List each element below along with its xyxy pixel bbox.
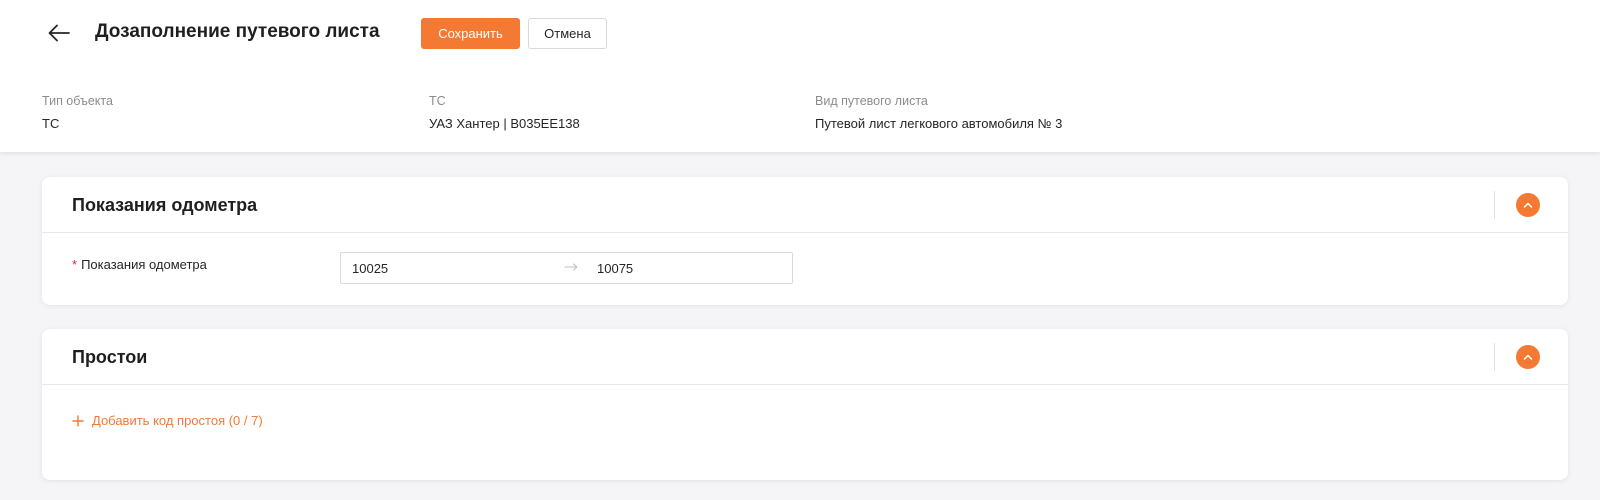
- info-label: ТС: [429, 94, 446, 108]
- header-panel: Дозаполнение путевого листа Сохранить От…: [0, 0, 1600, 152]
- chevron-up-icon: [1523, 354, 1533, 360]
- arrow-left-icon: [48, 24, 70, 42]
- info-label: Вид путевого листа: [815, 94, 928, 108]
- odometer-start-value[interactable]: 10025: [352, 261, 388, 276]
- info-waybill-type: Вид путевого листа Путевой лист легковог…: [815, 93, 1062, 132]
- collapse-button[interactable]: [1516, 193, 1540, 217]
- required-mark: *: [72, 257, 78, 272]
- info-vehicle: ТС УАЗ Хантер | В035ЕЕ138: [429, 93, 580, 132]
- odometer-end-value[interactable]: 10075: [597, 261, 633, 276]
- section-title: Показания одометра: [72, 195, 258, 215]
- section-title: Простои: [72, 347, 148, 367]
- downtime-card: Простои Добавить код простоя (0 / 7): [42, 329, 1568, 480]
- odometer-card-header: Показания одометра: [42, 177, 1568, 233]
- info-value: ТС: [42, 116, 60, 131]
- downtime-card-body: Добавить код простоя (0 / 7): [42, 385, 1568, 480]
- info-object-type: Тип объекта ТС: [42, 93, 113, 132]
- page-title: Дозаполнение путевого листа: [95, 21, 380, 42]
- info-value: УАЗ Хантер | В035ЕЕ138: [429, 116, 580, 131]
- header-divider: [1494, 343, 1495, 371]
- arrow-right-icon: [564, 263, 578, 271]
- odometer-label-text: Показания одометра: [81, 257, 207, 272]
- add-downtime-code-button[interactable]: Добавить код простоя (0 / 7): [72, 413, 263, 428]
- odometer-card-body: * Показания одометра 10025 10075: [42, 233, 1568, 305]
- add-downtime-label: Добавить код простоя (0 / 7): [92, 413, 263, 428]
- info-label: Тип объекта: [42, 94, 113, 108]
- header-divider: [1494, 191, 1495, 219]
- info-value: Путевой лист легкового автомобиля № 3: [815, 116, 1063, 131]
- downtime-card-header: Простои: [42, 329, 1568, 385]
- odometer-range-input[interactable]: 10025 10075: [340, 252, 793, 284]
- odometer-field-label: * Показания одометра: [72, 257, 207, 272]
- collapse-button[interactable]: [1516, 345, 1540, 369]
- chevron-up-icon: [1523, 202, 1533, 208]
- plus-icon: [72, 414, 84, 427]
- back-button[interactable]: [44, 18, 74, 48]
- odometer-card: Показания одометра * Показания одометра 1…: [42, 177, 1568, 305]
- cancel-button[interactable]: Отмена: [528, 18, 607, 49]
- save-button[interactable]: Сохранить: [421, 18, 520, 49]
